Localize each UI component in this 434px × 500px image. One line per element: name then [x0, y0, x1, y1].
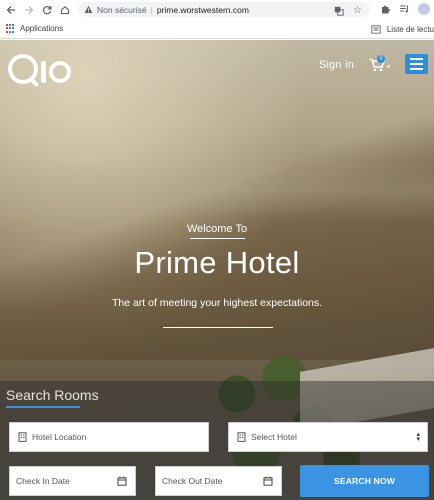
hamburger-line-icon: [410, 68, 423, 70]
bookmarks-bar: Applications Liste de lectu: [0, 19, 434, 39]
search-rooms-panel: Search Rooms Hotel Location Select Hotel…: [0, 381, 434, 500]
select-hotel-value: Select Hotel: [251, 432, 297, 442]
check-in-placeholder: Check In Date: [16, 476, 70, 486]
apps-grid-icon[interactable]: [6, 24, 15, 33]
cart-count-badge: 0: [377, 55, 385, 63]
media-queue-icon[interactable]: [398, 2, 411, 15]
hero-divider: [163, 327, 273, 328]
hotel-page: Sign in 0 Welcome To Prime Hotel The art…: [0, 40, 434, 500]
logo-i-mark: [41, 61, 46, 83]
building-icon: [17, 432, 27, 442]
reading-list-icon: [370, 23, 383, 36]
search-now-button[interactable]: SEARCH NOW: [300, 465, 429, 497]
url-text: prime.worstwestern.com: [156, 4, 249, 15]
extensions-puzzle-icon[interactable]: [379, 2, 392, 15]
hotel-location-input[interactable]: Hotel Location: [9, 422, 209, 452]
profile-avatar-icon[interactable]: [417, 2, 430, 15]
logo-o-mark: [49, 61, 71, 83]
calendar-icon: [263, 476, 273, 486]
check-out-date-input[interactable]: Check Out Date: [155, 466, 282, 496]
calendar-icon: [117, 476, 127, 486]
site-logo[interactable]: [8, 54, 71, 84]
security-label: Non sécurisé: [97, 4, 147, 15]
warning-icon: [84, 5, 93, 14]
hamburger-menu-button[interactable]: [405, 54, 428, 74]
reading-list-label: Liste de lectu: [386, 24, 434, 34]
cart-button[interactable]: 0: [369, 55, 391, 74]
translate-icon[interactable]: [332, 4, 345, 17]
address-bar[interactable]: Non sécurisé | prime.worstwestern.com ☆: [78, 2, 370, 17]
hamburger-line-icon: [410, 58, 423, 60]
signin-link[interactable]: Sign in: [319, 59, 354, 71]
reading-list-button[interactable]: Liste de lectu: [366, 19, 434, 39]
search-heading-underline: [6, 406, 80, 408]
check-in-date-input[interactable]: Check In Date: [9, 466, 136, 496]
bookmark-star-icon[interactable]: ☆: [351, 4, 364, 17]
hotel-location-placeholder: Hotel Location: [32, 432, 87, 442]
browser-toolbar: Non sécurisé | prime.worstwestern.com ☆: [0, 0, 434, 19]
back-arrow-icon[interactable]: [4, 3, 18, 17]
search-rooms-heading: Search Rooms: [6, 387, 99, 403]
select-hotel-dropdown[interactable]: Select Hotel ▴ ▾: [228, 422, 428, 452]
home-icon[interactable]: [58, 3, 72, 17]
building-icon: [236, 432, 246, 442]
cart-caret-icon: [386, 65, 391, 68]
welcome-underline: [190, 238, 245, 239]
logo-q-mark: [8, 54, 38, 84]
hero-welcome-text: Welcome To: [186, 223, 248, 235]
check-out-placeholder: Check Out Date: [162, 476, 223, 486]
bookmark-applications[interactable]: Applications: [20, 24, 63, 33]
hamburger-line-icon: [410, 63, 423, 65]
hero-tagline: The art of meeting your highest expectat…: [111, 297, 323, 309]
reload-icon[interactable]: [40, 3, 54, 17]
hero-title: Prime Hotel: [134, 245, 300, 280]
select-arrows-icon: ▴ ▾: [416, 430, 420, 443]
forward-arrow-icon[interactable]: [22, 3, 36, 17]
address-separator: |: [150, 4, 153, 15]
